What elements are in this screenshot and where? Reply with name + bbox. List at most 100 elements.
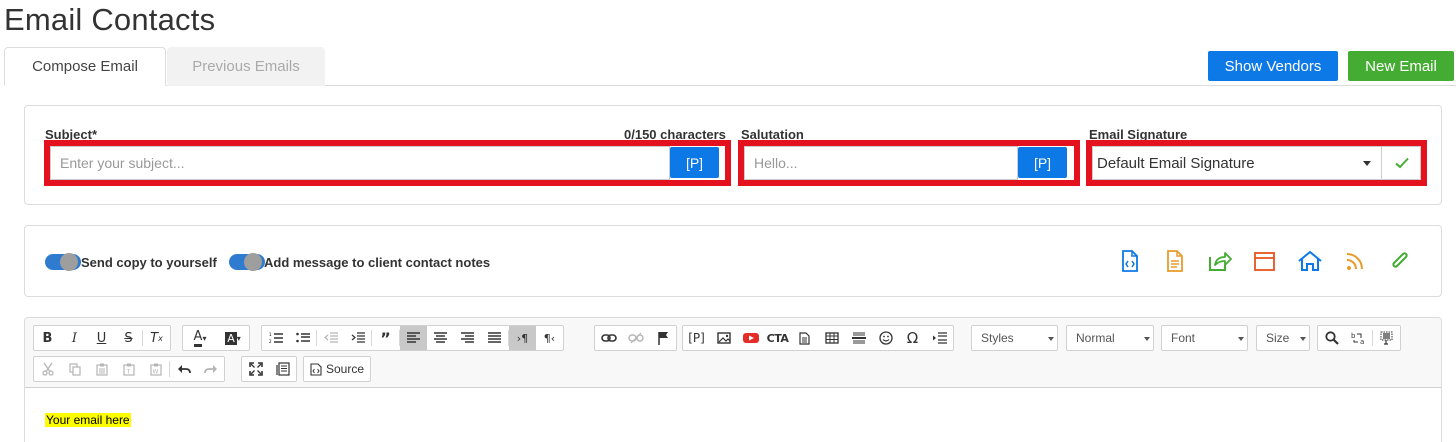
subject-input[interactable]: Enter your subject... [50, 146, 670, 180]
insert-group: [P] CTA Ω [682, 325, 954, 351]
confirm-signature-button[interactable] [1381, 147, 1421, 179]
svg-text:a: a [1360, 338, 1364, 345]
undo-icon[interactable] [170, 357, 197, 381]
add-to-notes-label: Add message to client contact notes [264, 255, 491, 270]
toggle-knob [60, 253, 78, 271]
browser-window-icon[interactable] [1253, 249, 1277, 273]
chevron-down-icon [1144, 337, 1150, 341]
image-icon[interactable] [710, 326, 737, 350]
background-color-icon[interactable]: A ▾ [217, 326, 249, 350]
salutation-token-button[interactable]: [P] [1018, 147, 1067, 178]
paste-icon[interactable] [88, 357, 115, 381]
salutation-input[interactable]: Hello... [744, 146, 1018, 180]
source-group: Source [303, 356, 372, 382]
unlink-icon[interactable] [622, 326, 649, 350]
send-copy-label: Send copy to yourself [81, 255, 217, 270]
styles-dropdown[interactable]: Styles [971, 325, 1058, 351]
chevron-down-icon [1048, 337, 1054, 341]
placeholder-token-button[interactable]: [P] [683, 326, 710, 350]
editor-toolbar: B I U S Tx A ▾ A ▾ 12 ” ›¶ ¶‹ [P] CTA Ω … [25, 318, 1441, 388]
text-direction-rtl-icon[interactable]: ¶‹ [536, 326, 563, 350]
colors-group: A ▾ A ▾ [182, 325, 250, 351]
source-label: Source [326, 362, 365, 376]
editor-content-text: Your email here [45, 413, 131, 427]
svg-text:b: b [1351, 332, 1356, 340]
tab-compose-email[interactable]: Compose Email [4, 47, 166, 86]
cut-icon[interactable] [34, 357, 61, 381]
home-icon[interactable] [1297, 249, 1323, 273]
decrease-indent-icon[interactable] [317, 326, 344, 350]
blockquote-icon[interactable]: ” [372, 326, 399, 350]
remove-format-icon[interactable]: Tx [143, 326, 170, 350]
copy-icon[interactable] [61, 357, 88, 381]
page-break-icon[interactable] [926, 326, 953, 350]
strikethrough-icon[interactable]: S [115, 326, 142, 350]
new-email-button[interactable]: New Email [1348, 51, 1454, 81]
svg-text:2: 2 [269, 339, 272, 344]
cta-button[interactable]: CTA [764, 326, 791, 350]
chevron-down-icon [1238, 337, 1244, 341]
rss-icon[interactable] [1344, 249, 1366, 273]
send-copy-toggle[interactable] [45, 253, 81, 271]
svg-text:W: W [152, 368, 158, 375]
code-file-icon[interactable] [1119, 249, 1141, 273]
paste-text-icon[interactable]: T [115, 357, 142, 381]
page-title: Email Contacts [4, 2, 216, 37]
bold-icon[interactable]: B [34, 326, 61, 350]
search-icon[interactable] [1318, 326, 1345, 350]
styles-dropdown-label: Styles [981, 331, 1014, 345]
subject-token-button[interactable]: [P] [670, 147, 719, 178]
paperclip-icon[interactable] [1389, 249, 1411, 273]
select-all-icon[interactable] [1373, 326, 1400, 350]
share-icon[interactable] [1207, 249, 1233, 273]
redo-icon[interactable] [197, 357, 224, 381]
numbered-list-icon[interactable]: 12 [262, 326, 289, 350]
toggle-knob [244, 253, 262, 271]
underline-icon[interactable]: U [88, 326, 115, 350]
text-color-icon[interactable]: A ▾ [183, 326, 217, 350]
maximize-icon[interactable] [242, 357, 269, 381]
basic-styles-group: B I U S Tx [33, 325, 171, 351]
rich-text-editor: B I U S Tx A ▾ A ▾ 12 ” ›¶ ¶‹ [P] CTA Ω … [24, 317, 1442, 442]
checkmark-icon [1394, 157, 1409, 169]
youtube-icon[interactable] [737, 326, 764, 350]
bulleted-list-icon[interactable] [289, 326, 316, 350]
replace-icon[interactable]: ba [1345, 326, 1372, 350]
text-direction-ltr-icon[interactable]: ›¶ [509, 326, 536, 350]
page-icon[interactable] [791, 326, 818, 350]
paste-from-word-icon[interactable]: W [142, 357, 169, 381]
document-icon[interactable] [1164, 249, 1186, 273]
signature-selected-value: Default Email Signature [1097, 154, 1255, 172]
anchor-flag-icon[interactable] [649, 326, 676, 350]
links-group [594, 325, 677, 351]
source-code-icon [310, 362, 322, 376]
align-center-icon[interactable] [427, 326, 454, 350]
emoji-icon[interactable] [872, 326, 899, 350]
italic-icon[interactable]: I [61, 326, 88, 350]
link-icon[interactable] [595, 326, 622, 350]
chevron-down-icon [1300, 337, 1306, 341]
source-button[interactable]: Source [310, 362, 364, 376]
align-right-icon[interactable] [454, 326, 481, 350]
table-icon[interactable] [818, 326, 845, 350]
svg-text:T: T [125, 368, 130, 375]
tab-previous-emails[interactable]: Previous Emails [167, 47, 325, 86]
chevron-down-icon [1363, 161, 1371, 166]
increase-indent-icon[interactable] [344, 326, 371, 350]
font-dropdown[interactable]: Font [1161, 325, 1248, 351]
editor-content-area[interactable]: Your email here [25, 389, 1441, 442]
font-size-dropdown[interactable]: Size [1256, 325, 1310, 351]
signature-select[interactable]: Default Email Signature [1092, 146, 1421, 180]
special-character-icon[interactable]: Ω [899, 326, 926, 350]
paragraph-group: 12 ” ›¶ ¶‹ [261, 325, 564, 351]
format-dropdown[interactable]: Normal [1066, 325, 1154, 351]
add-to-notes-toggle[interactable] [229, 253, 265, 271]
clipboard-group: T W [33, 356, 225, 382]
find-group: ba [1317, 325, 1401, 351]
font-dropdown-label: Font [1171, 331, 1196, 345]
horizontal-rule-icon[interactable] [845, 326, 872, 350]
align-justify-icon[interactable] [481, 326, 508, 350]
show-blocks-icon[interactable] [269, 357, 296, 381]
align-left-icon[interactable] [400, 326, 427, 350]
show-vendors-button[interactable]: Show Vendors [1208, 51, 1338, 81]
